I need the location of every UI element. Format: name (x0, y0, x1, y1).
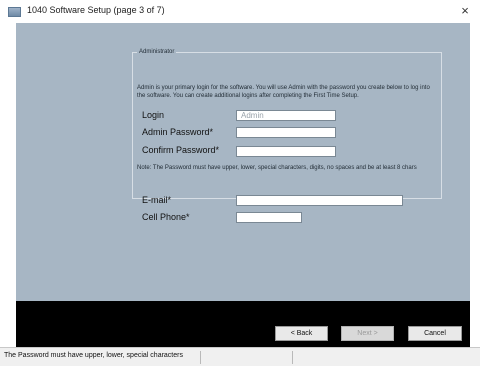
password-note: Note: The Password must have upper, lowe… (137, 165, 417, 171)
status-divider (292, 351, 293, 364)
app-icon (8, 7, 21, 17)
admin-description: Admin is your primary login for the soft… (137, 85, 430, 99)
administrator-group: Administrator (132, 49, 442, 199)
administrator-legend: Administrator (139, 49, 175, 55)
login-field[interactable] (236, 110, 336, 121)
close-icon[interactable]: × (456, 2, 474, 20)
cell-phone-field[interactable] (236, 212, 302, 223)
title-bar: 1040 Software Setup (page 3 of 7) × (0, 0, 480, 24)
email-field[interactable] (236, 195, 403, 206)
back-button[interactable]: < Back (275, 326, 328, 341)
setup-window: 1040 Software Setup (page 3 of 7) × Admi… (0, 0, 480, 366)
admin-password-label: Admin Password* (142, 127, 214, 137)
confirm-password-field[interactable] (236, 146, 336, 157)
window-title: 1040 Software Setup (page 3 of 7) (27, 5, 165, 15)
status-text: The Password must have upper, lower, spe… (4, 352, 183, 359)
cell-phone-label: Cell Phone* (142, 212, 190, 222)
confirm-password-label: Confirm Password* (142, 145, 220, 155)
admin-password-field[interactable] (236, 127, 336, 138)
status-divider (200, 351, 201, 364)
next-button[interactable]: Next > (341, 326, 394, 341)
button-band (16, 301, 470, 347)
cancel-button[interactable]: Cancel (408, 326, 462, 341)
status-bar: The Password must have upper, lower, spe… (0, 347, 480, 366)
email-label: E-mail* (142, 195, 172, 205)
login-label: Login (142, 110, 165, 120)
